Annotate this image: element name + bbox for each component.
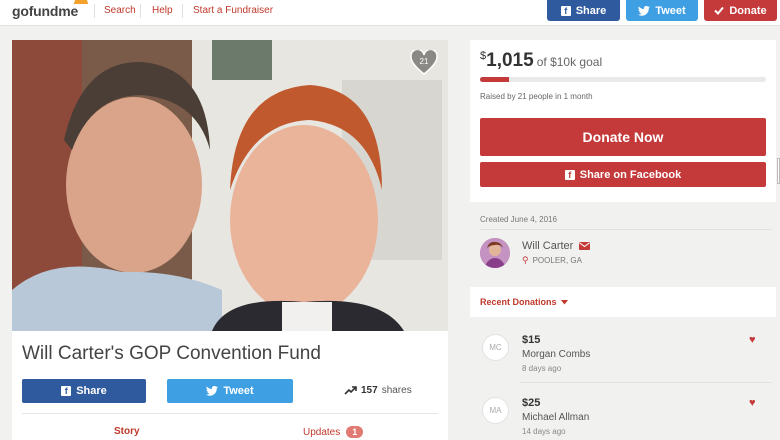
location-pin-icon: ⚲ [522,255,529,265]
raised-summary: Raised by 21 people in 1 month [480,92,593,101]
recent-donations-toggle[interactable]: Recent Donations [480,297,568,307]
avatar-image [480,238,510,268]
nav-divider [182,4,183,18]
header-share-label: Share [575,4,607,17]
campaign-photo[interactable]: 21 [12,40,448,331]
trending-up-icon [344,386,357,395]
tabs-divider [22,413,438,414]
updates-count-badge: 1 [346,426,364,438]
campaign-tweet-label: Tweet [223,385,254,397]
tab-updates[interactable]: Updates 1 [303,426,364,438]
created-date: Created June 4, 2016 [480,215,557,224]
facebook-icon: f [560,5,571,16]
tab-updates-label: Updates [303,426,341,438]
organizer-avatar[interactable] [480,238,510,268]
caret-down-icon [560,299,568,304]
header-tweet-button[interactable]: Tweet [626,0,698,21]
donation-time: 14 days ago [522,427,566,436]
donor-avatar: MA [482,397,509,424]
donation-time: 8 days ago [522,364,562,373]
logo-text-me: me [58,3,79,19]
like-heart-icon[interactable]: 21 [410,48,438,76]
nav-start-fundraiser-link[interactable]: Start a Fundraiser [193,5,273,16]
header-share-button[interactable]: f Share [547,0,620,21]
checkmark-icon [714,6,725,15]
tab-story[interactable]: Story [114,426,140,437]
donor-name: Michael Allman [522,412,590,423]
share-on-facebook-button[interactable]: f Share on Facebook [480,162,766,187]
top-bar: gofundme Search Help Start a Fundraiser … [0,0,780,26]
shares-word: shares [381,385,412,396]
progress-bar-fill [480,77,510,82]
amount-value: 1,015 [486,50,534,71]
campaign-card: 21 Will Carter's GOP Convention Fund f S… [12,40,448,440]
facebook-icon: f [564,169,575,180]
twitter-bird-icon [206,386,219,396]
campaign-share-label: Share [76,385,107,397]
goal-card: $1,015 of $10k goal Raised by 21 people … [470,40,776,202]
nav-search-link[interactable]: Search [104,5,136,16]
recent-donations-header: Recent Donations [470,287,776,317]
logo-sun-icon [74,0,88,4]
donation-divider [520,382,772,383]
donation-amount: $25 [522,397,541,409]
header-tweet-label: Tweet [655,4,686,17]
share-count: 157 shares [344,385,412,396]
header-donate-label: Donate [729,4,767,17]
heart-icon[interactable]: ♥ [749,334,756,346]
donation-amount: $15 [522,334,541,346]
envelope-icon[interactable] [579,242,591,250]
header-donate-button[interactable]: Donate [704,0,777,21]
organizer-name-row: Will Carter [522,240,591,252]
nav-divider [140,4,141,18]
gofundme-logo[interactable]: gofundme [12,0,88,19]
heart-icon[interactable]: ♥ [749,397,756,409]
campaign-photo-illustration [12,40,448,331]
campaign-share-button[interactable]: f Share [22,379,146,403]
organizer-divider [480,229,772,230]
nav-divider [94,4,95,18]
progress-bar [480,77,766,82]
donate-now-button[interactable]: Donate Now [480,118,766,156]
organizer-location: POOLER, GA [532,256,582,265]
recent-donations-title: Recent Donations [480,297,557,307]
campaign-title: Will Carter's GOP Convention Fund [22,343,321,364]
twitter-bird-icon [638,5,651,16]
share-on-facebook-label: Share on Facebook [579,168,682,181]
facebook-icon: f [61,386,72,396]
donor-name: Morgan Combs [522,349,591,360]
organizer-location-row: ⚲ POOLER, GA [522,255,582,266]
heart-count: 21 [419,57,429,66]
campaign-tweet-button[interactable]: Tweet [167,379,293,403]
logo-text-go: go [12,3,29,19]
amount-raised: $1,015 of $10k goal [480,50,602,72]
donor-avatar: MC [482,334,509,361]
logo-text-fund: fund [28,3,59,19]
organizer-name[interactable]: Will Carter [522,240,573,252]
shares-number: 157 [361,385,378,396]
nav-help-link[interactable]: Help [152,5,173,16]
goal-text: of $10k goal [536,55,603,69]
